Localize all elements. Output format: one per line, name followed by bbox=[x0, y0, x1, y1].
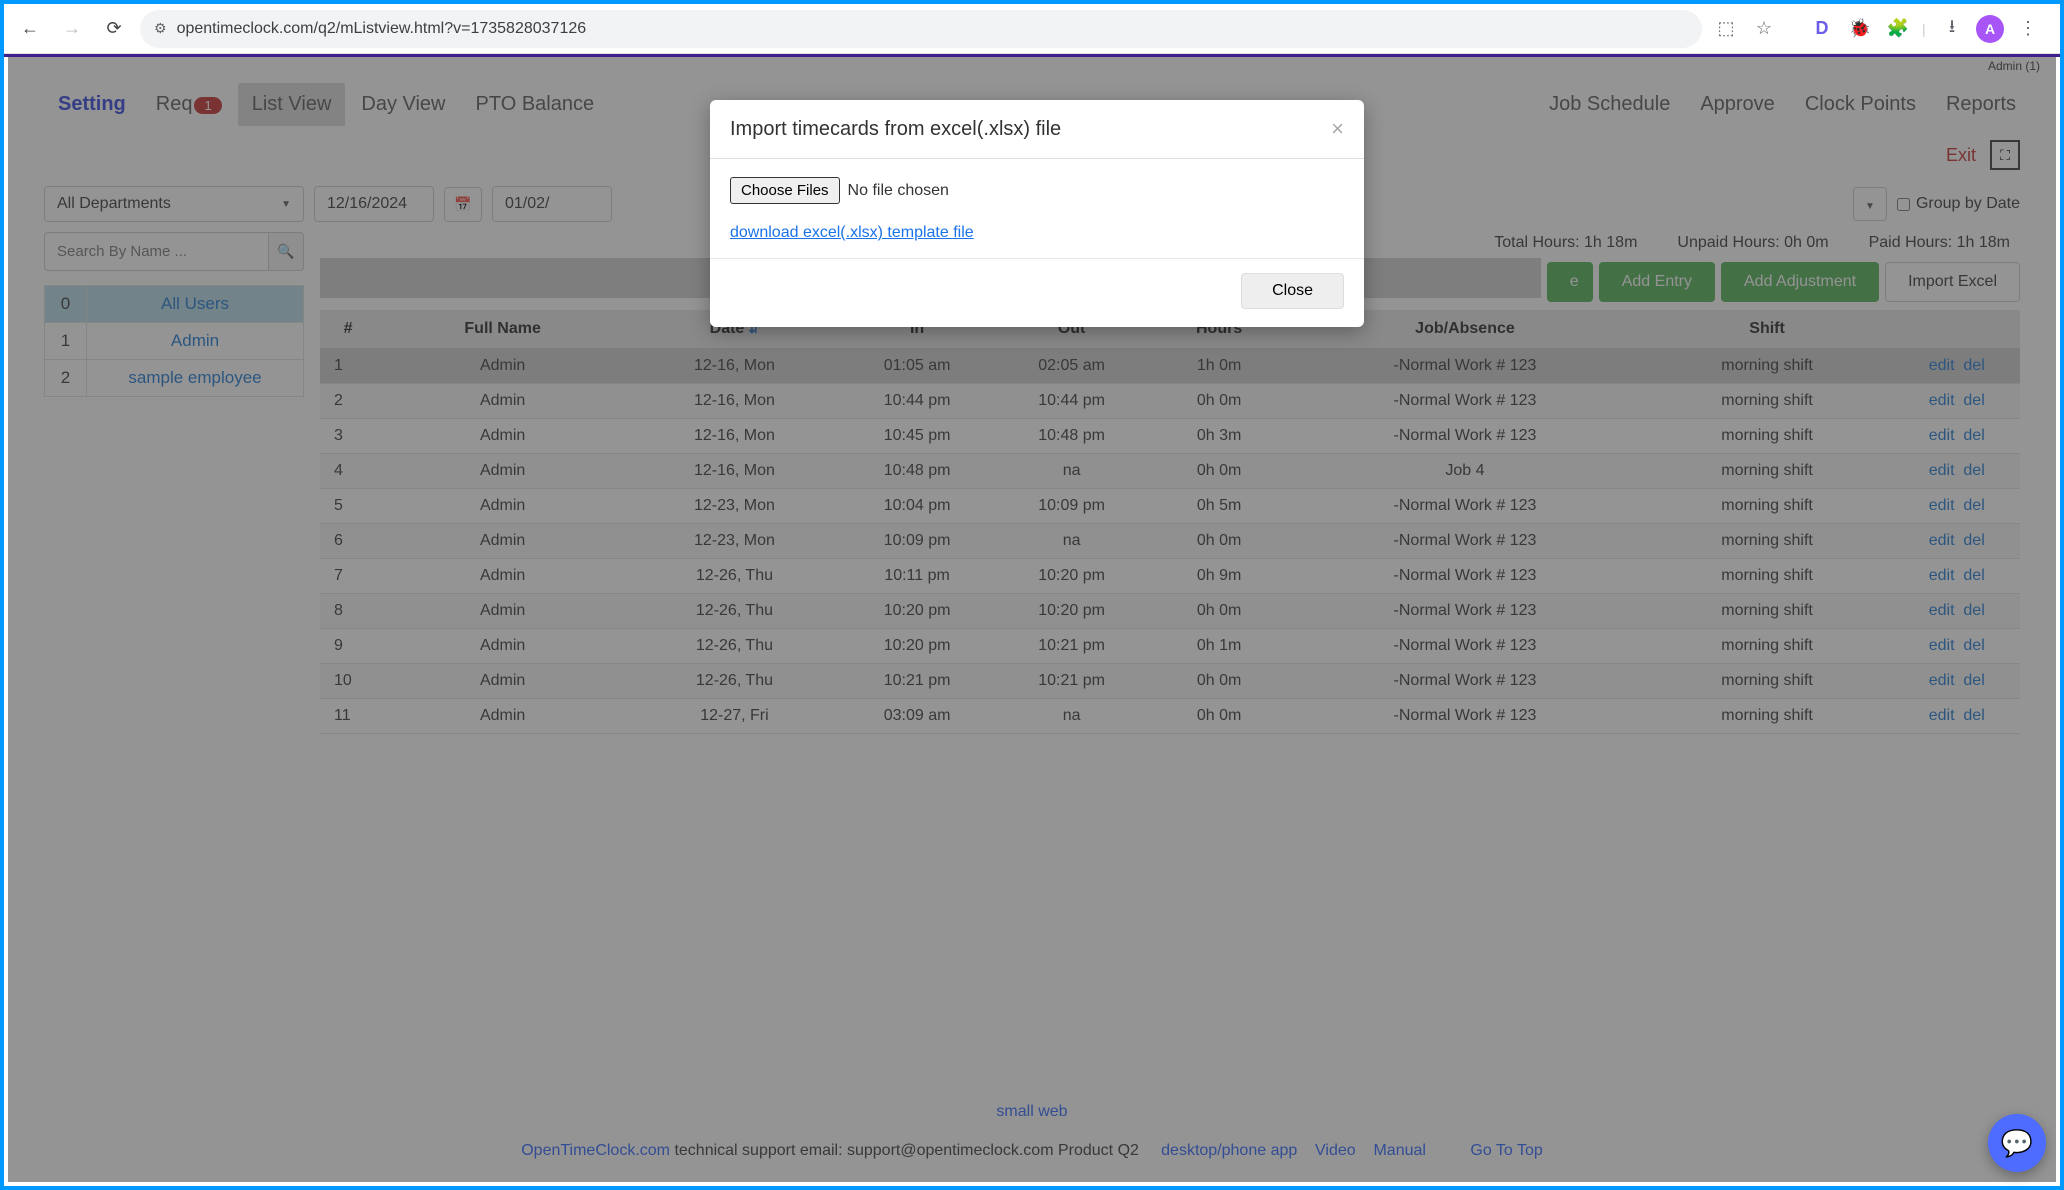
profile-avatar[interactable]: A bbox=[1976, 15, 2004, 43]
chat-widget[interactable]: 💬 bbox=[1988, 1114, 2046, 1172]
modal-title: Import timecards from excel(.xlsx) file bbox=[730, 118, 1061, 141]
close-icon[interactable]: × bbox=[1331, 116, 1344, 142]
reload-button[interactable]: ⟳ bbox=[98, 13, 130, 45]
install-app-icon[interactable]: ⬚ bbox=[1712, 15, 1740, 43]
extension-bug-icon[interactable]: 🐞 bbox=[1846, 15, 1874, 43]
site-controls-icon[interactable]: ⚙ bbox=[154, 20, 167, 37]
star-icon[interactable]: ☆ bbox=[1750, 15, 1778, 43]
close-button[interactable]: Close bbox=[1241, 273, 1344, 309]
choose-files-button[interactable]: Choose Files bbox=[730, 177, 840, 204]
url-text: opentimeclock.com/q2/mListview.html?v=17… bbox=[177, 20, 587, 38]
import-modal: Import timecards from excel(.xlsx) file … bbox=[710, 100, 1364, 327]
download-template-link[interactable]: download excel(.xlsx) template file bbox=[730, 224, 974, 241]
browser-toolbar: ← → ⟳ ⚙ opentimeclock.com/q2/mListview.h… bbox=[4, 4, 2060, 54]
download-icon[interactable]: ⭳ bbox=[1938, 15, 1966, 43]
back-button[interactable]: ← bbox=[14, 13, 46, 45]
kebab-menu-icon[interactable]: ⋮ bbox=[2014, 15, 2042, 43]
extensions-icon[interactable]: 🧩 bbox=[1884, 15, 1912, 43]
extension-d-icon[interactable]: D bbox=[1808, 15, 1836, 43]
no-file-label: No file chosen bbox=[848, 182, 949, 200]
forward-button[interactable]: → bbox=[56, 13, 88, 45]
address-bar[interactable]: ⚙ opentimeclock.com/q2/mListview.html?v=… bbox=[140, 10, 1702, 48]
